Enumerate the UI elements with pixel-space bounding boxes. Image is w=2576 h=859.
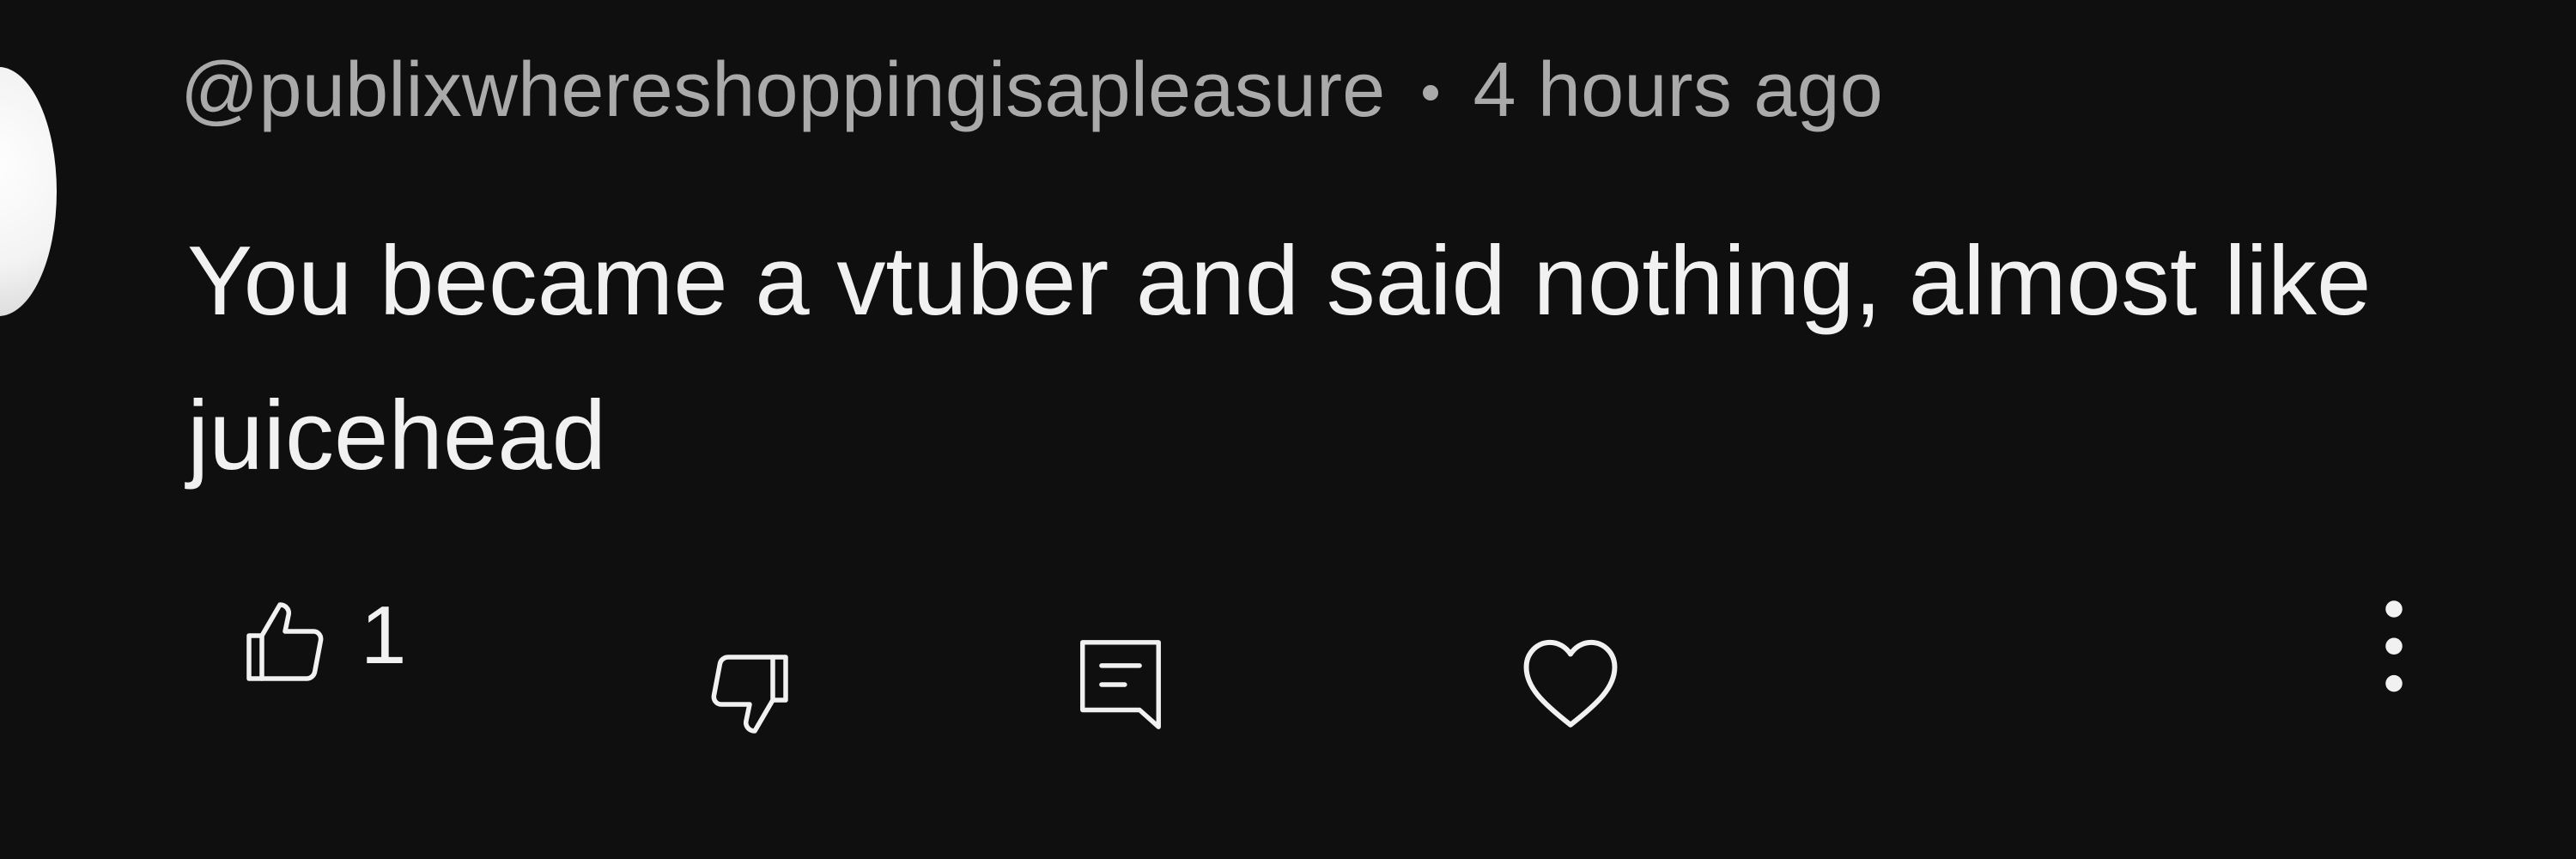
reply-button[interactable] [1070,629,1171,740]
avatar[interactable] [0,67,57,316]
thumbs-down-icon [711,655,788,734]
dislike-button[interactable] [700,640,803,743]
like-button[interactable]: 1 [232,589,406,696]
comment-timestamp[interactable]: 4 hours ago [1473,46,1883,135]
thumbs-up-icon [246,602,324,681]
comment-action-bar: 1 [0,589,2576,765]
like-count: 1 [361,589,407,681]
more-options-button[interactable] [2368,593,2420,704]
author-handle[interactable]: @publixwhereshoppingisapleasure [180,46,1385,135]
reply-comment-icon [1080,640,1161,729]
more-vertical-icon [2385,600,2403,692]
heart-icon [1523,639,1618,728]
comment-text: You became a vtuber and said nothing, al… [187,227,2372,490]
separator-dot [1423,85,1439,101]
heart-button[interactable] [1515,627,1626,739]
comment-header: @publixwhereshoppingisapleasure 4 hours … [180,34,1883,146]
